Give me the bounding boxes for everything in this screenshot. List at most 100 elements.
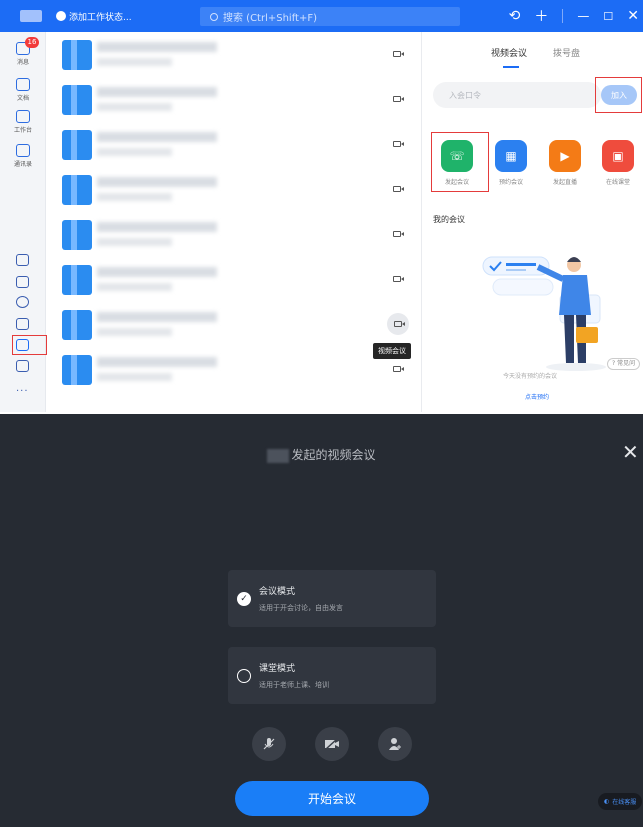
start-meeting-button[interactable]: 开始会议 (235, 781, 429, 816)
status-icon (56, 11, 66, 21)
start-meeting-dialog: 发起的视频会议 ✕ ✓ 会议模式 适用于开会讨论，自由发言 课堂模式 适用于老师… (0, 414, 643, 827)
sidebar-item-contacts[interactable]: 通讯录 (0, 144, 46, 168)
avatar (62, 265, 92, 295)
add-member-button[interactable] (378, 727, 412, 761)
blurred-name (97, 357, 217, 367)
sidebar-item-label: 消息 (16, 59, 29, 66)
mic-off-button[interactable] (252, 727, 286, 761)
highlight-join-button (595, 77, 642, 113)
mail-icon[interactable] (16, 318, 29, 330)
dialog-title: 发起的视频会议 (0, 446, 643, 463)
blurred-preview (97, 103, 172, 111)
meeting-tabs: 视频会议 拨号盘 (423, 46, 643, 66)
more-icon[interactable]: ··· (16, 386, 29, 397)
tab-video-meeting[interactable]: 视频会议 (491, 46, 527, 59)
blurred-preview (97, 328, 172, 336)
tab-dialpad[interactable]: 拨号盘 (553, 46, 580, 59)
calendar-icon: ▦ (495, 140, 527, 172)
disk-icon[interactable] (16, 360, 29, 372)
blurred-preview (97, 283, 172, 291)
sidebar-item-messages[interactable]: 16 消息 (0, 37, 46, 66)
todo-icon[interactable] (16, 276, 29, 288)
service-label: 在线客服 (612, 799, 637, 806)
camera-off-icon (325, 738, 339, 750)
video-call-button[interactable] (387, 271, 407, 287)
sidebar-item-label: 通讯录 (13, 161, 32, 168)
avatar (62, 220, 92, 250)
history-icon[interactable]: ⟲ (509, 8, 521, 24)
faq-button[interactable]: ? 常见问 (607, 358, 641, 370)
blurred-name (97, 132, 217, 142)
minimize-icon[interactable]: — (577, 9, 589, 23)
video-call-button[interactable] (387, 226, 407, 242)
video-call-button[interactable] (387, 91, 407, 107)
blurred-preview (97, 193, 172, 201)
calendar-icon[interactable] (16, 254, 29, 266)
schedule-meeting-action[interactable]: ▦ 预约会议 (493, 140, 529, 186)
sidebar-item-docs[interactable]: 文档 (0, 78, 46, 102)
mode-title: 课堂模式 (259, 664, 296, 674)
blurred-name (97, 312, 217, 322)
my-meetings-heading: 我的会议 (433, 215, 465, 224)
mode-title: 会议模式 (259, 587, 296, 597)
camera-icon (393, 276, 404, 282)
blurred-preview (97, 58, 172, 66)
list-item[interactable] (47, 257, 422, 302)
plus-icon[interactable]: ＋ (534, 6, 548, 26)
app-window: 添加工作状态... 搜索 (Ctrl+Shift+F) ⟲ ＋ — ☐ ✕ 16… (0, 0, 643, 412)
maximize-icon[interactable]: ☐ (603, 10, 613, 23)
mic-off-icon (263, 738, 275, 750)
close-icon[interactable]: ✕ (622, 442, 639, 462)
action-label: 发起直播 (552, 179, 577, 186)
meeting-code-input[interactable]: 入会口令 (433, 82, 601, 108)
blurred-preview (97, 238, 172, 246)
workbench-icon (16, 110, 30, 123)
search-placeholder: 搜索 (Ctrl+Shift+F) (223, 13, 318, 24)
camera-off-button[interactable] (315, 727, 349, 761)
start-live-action[interactable]: ▶ 发起直播 (547, 140, 583, 186)
book-meeting-link[interactable]: 点击预约 (525, 392, 549, 401)
unread-badge: 16 (25, 37, 39, 48)
left-sidebar: 16 消息 文档 工作台 通讯录 (0, 32, 46, 412)
document-icon (16, 78, 30, 91)
blurred-preview (97, 373, 172, 381)
sidebar-item-label: 工作台 (13, 127, 32, 134)
unchecked-radio-icon[interactable] (237, 669, 251, 683)
list-item[interactable] (47, 77, 422, 122)
search-input[interactable]: 搜索 (Ctrl+Shift+F) (200, 7, 460, 26)
conversation-list (47, 32, 422, 412)
video-call-button[interactable] (387, 136, 407, 152)
list-item[interactable] (47, 347, 422, 392)
list-item[interactable] (47, 122, 422, 167)
close-icon[interactable]: ✕ (627, 8, 639, 24)
sidebar-item-workbench[interactable]: 工作台 (0, 110, 46, 134)
avatar (62, 130, 92, 160)
video-call-button[interactable] (387, 313, 409, 335)
mode-desc: 适用于老师上课、培训 (259, 681, 329, 689)
help-icon: ? (612, 360, 616, 367)
list-item[interactable] (47, 167, 422, 212)
list-item[interactable] (47, 302, 422, 347)
active-tab-indicator (503, 66, 519, 68)
online-service-button[interactable]: ◐ 在线客服 (598, 793, 643, 810)
no-meetings-text: 今天没有预约的会议 (503, 373, 558, 380)
video-call-button[interactable] (387, 46, 407, 62)
contacts-icon (16, 144, 30, 157)
mode-desc: 适用于开会讨论，自由发言 (259, 604, 343, 612)
favorite-icon[interactable] (16, 296, 29, 308)
meeting-mode-option[interactable]: ✓ 会议模式 适用于开会讨论，自由发言 (228, 570, 436, 627)
avatar (62, 175, 92, 205)
online-classroom-action[interactable]: ▣ 在线课堂 (600, 140, 636, 186)
video-call-button[interactable] (387, 361, 407, 377)
camera-icon (393, 96, 404, 102)
list-item[interactable] (47, 212, 422, 257)
classroom-mode-option[interactable]: 课堂模式 适用于老师上课、培训 (228, 647, 436, 704)
checked-radio-icon[interactable]: ✓ (237, 592, 251, 606)
list-item[interactable] (47, 32, 422, 77)
work-status-button[interactable]: 添加工作状态... (56, 10, 132, 23)
search-icon (210, 12, 218, 21)
video-call-button[interactable] (387, 181, 407, 197)
sidebar-item-label: 文档 (16, 95, 29, 102)
empty-illustration (482, 256, 606, 371)
blurred-preview (97, 148, 172, 156)
